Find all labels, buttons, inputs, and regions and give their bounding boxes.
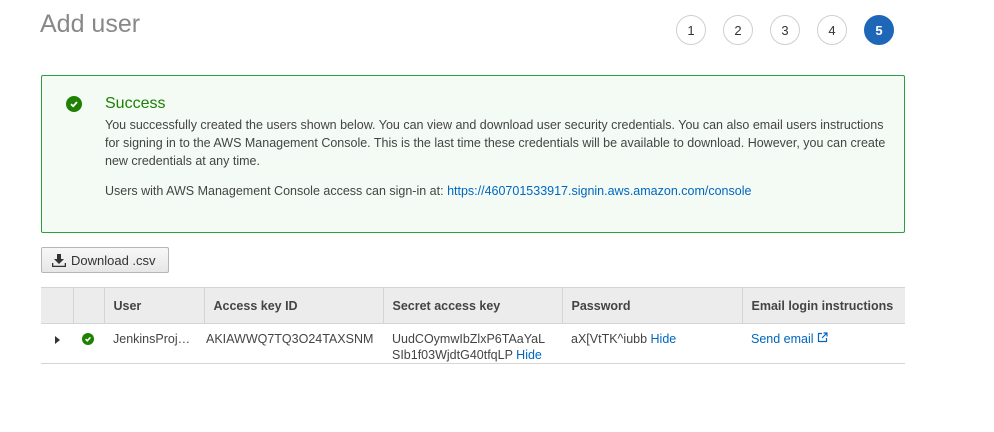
header-secret-access-key[interactable]: Secret access key bbox=[383, 287, 563, 324]
check-circle-icon bbox=[66, 96, 82, 112]
users-table: User Access key ID Secret access key Pas… bbox=[41, 287, 905, 364]
step-4[interactable]: 4 bbox=[817, 15, 847, 45]
secret-line-2: SIb1f03WjdtG40tfqLP bbox=[392, 348, 513, 362]
download-csv-button[interactable]: Download .csv bbox=[41, 247, 169, 273]
header-status bbox=[73, 287, 105, 324]
page-title: Add user bbox=[40, 10, 141, 38]
table-row: JenkinsProj… AKIAWWQ7TQ3O24TAXSNM UudCOy… bbox=[41, 323, 905, 364]
signin-prefix: Users with AWS Management Console access… bbox=[105, 184, 448, 198]
table-header-row: User Access key ID Secret access key Pas… bbox=[41, 287, 905, 324]
step-3[interactable]: 3 bbox=[770, 15, 800, 45]
alert-message: You successfully created the users shown… bbox=[105, 118, 886, 168]
external-link-icon bbox=[817, 332, 828, 343]
send-email-link[interactable]: Send email bbox=[751, 332, 828, 346]
expand-caret-icon[interactable] bbox=[55, 336, 60, 344]
step-1[interactable]: 1 bbox=[676, 15, 706, 45]
header-email-login-instructions[interactable]: Email login instructions bbox=[742, 287, 905, 324]
email-cell: Send email bbox=[742, 323, 905, 364]
header-password[interactable]: Password bbox=[562, 287, 743, 324]
alert-signin-line: Users with AWS Management Console access… bbox=[105, 182, 895, 200]
password-value: aX[VtTK^iubb bbox=[571, 332, 648, 346]
hide-password-link[interactable]: Hide bbox=[651, 332, 677, 346]
hide-secret-link[interactable]: Hide bbox=[516, 348, 542, 362]
wizard-steps: 1 2 3 4 5 bbox=[676, 15, 894, 45]
signin-url-link[interactable]: https://460701533917.signin.aws.amazon.c… bbox=[447, 184, 751, 198]
download-csv-label: Download .csv bbox=[71, 252, 156, 268]
access-key-id: AKIAWWQ7TQ3O24TAXSNM bbox=[204, 323, 383, 364]
header-user[interactable]: User bbox=[104, 287, 205, 324]
user-name: JenkinsProj… bbox=[104, 323, 204, 364]
success-check-icon bbox=[82, 333, 94, 345]
alert-title: Success bbox=[105, 95, 166, 112]
download-icon bbox=[52, 253, 66, 267]
secret-line-1: UudCOymwIbZlxP6TAaYaL bbox=[392, 332, 546, 346]
step-5: 5 bbox=[864, 15, 894, 45]
step-2[interactable]: 2 bbox=[723, 15, 753, 45]
send-email-label: Send email bbox=[751, 332, 814, 346]
header-access-key-id[interactable]: Access key ID bbox=[204, 287, 384, 324]
success-alert: Success You successfully created the use… bbox=[41, 75, 905, 233]
alert-body: You successfully created the users shown… bbox=[105, 116, 895, 200]
password-cell: aX[VtTK^iubb Hide bbox=[562, 323, 742, 364]
header-expand bbox=[41, 287, 74, 324]
secret-access-key-cell: UudCOymwIbZlxP6TAaYaL SIb1f03WjdtG40tfqL… bbox=[383, 323, 562, 364]
